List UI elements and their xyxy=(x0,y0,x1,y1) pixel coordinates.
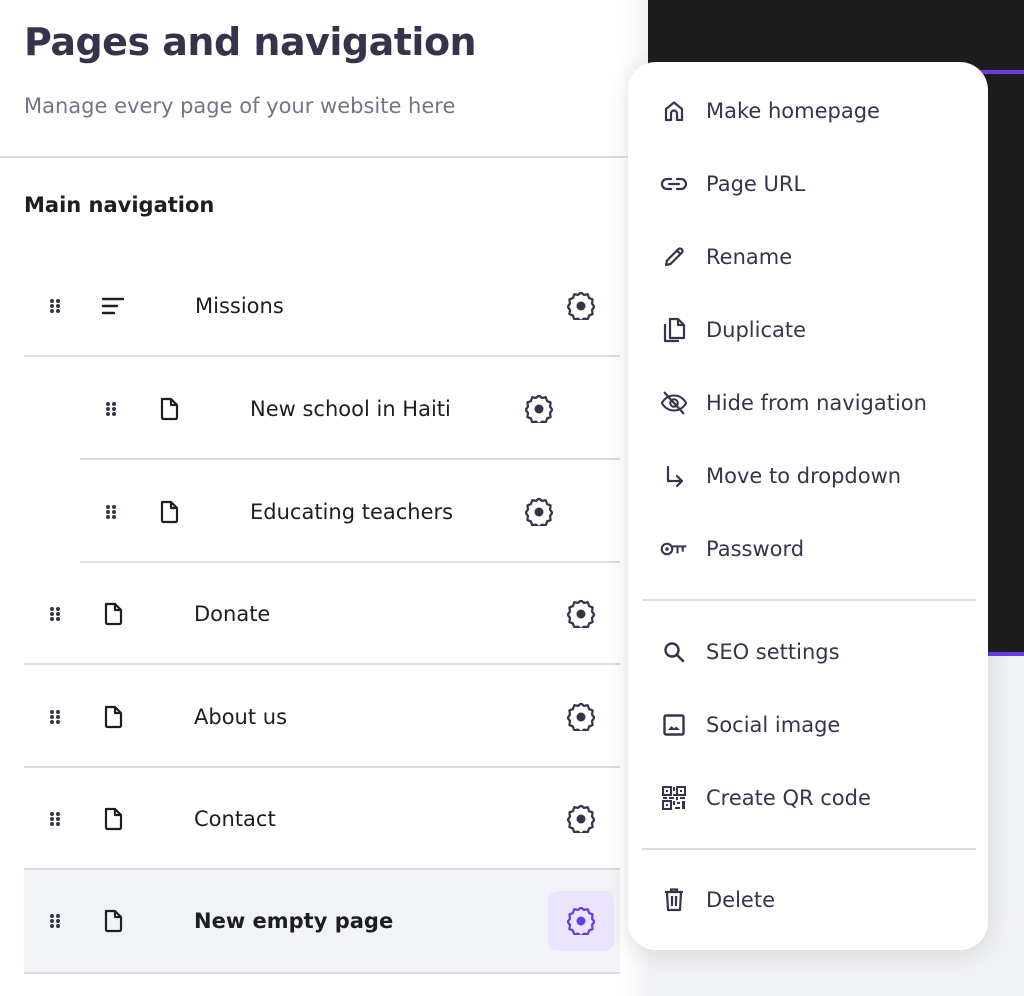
menu-item-label: Password xyxy=(706,537,804,561)
row-divider xyxy=(24,663,620,665)
page-icon xyxy=(100,704,126,730)
nav-row-new-empty-page[interactable]: New empty page xyxy=(24,870,620,972)
menu-item-label: Duplicate xyxy=(706,318,806,342)
home-icon xyxy=(660,97,688,125)
search-icon xyxy=(660,638,688,666)
nav-row-label: Contact xyxy=(194,807,276,831)
page-icon xyxy=(156,499,182,525)
menu-item-move-to-dropdown[interactable]: Move to dropdown xyxy=(628,448,988,504)
page-title: Pages and navigation xyxy=(24,20,476,64)
menu-item-label: Delete xyxy=(706,888,775,912)
list-icon xyxy=(100,293,126,319)
menu-item-label: Move to dropdown xyxy=(706,464,901,488)
trash-icon xyxy=(660,886,688,914)
menu-item-label: SEO settings xyxy=(706,640,840,664)
nav-row-label: New empty page xyxy=(194,909,393,933)
nav-row-label: New school in Haiti xyxy=(250,397,451,421)
gear-icon xyxy=(525,498,553,526)
menu-item-seo-settings[interactable]: SEO settings xyxy=(628,624,988,680)
page-icon xyxy=(100,601,126,627)
menu-divider xyxy=(642,848,976,850)
nav-row-new-school-in-haiti[interactable]: New school in Haiti xyxy=(80,358,620,460)
page-subtitle: Manage every page of your website here xyxy=(24,94,455,118)
nav-row-about-us[interactable]: About us xyxy=(24,666,620,768)
gear-icon xyxy=(567,703,595,731)
menu-item-create-qr-code[interactable]: Create QR code xyxy=(628,770,988,826)
page-settings-button[interactable] xyxy=(548,789,614,849)
pages-panel: Pages and navigation Manage every page o… xyxy=(0,0,648,996)
menu-item-make-homepage[interactable]: Make homepage xyxy=(628,83,988,139)
duplicate-icon xyxy=(660,316,688,344)
page-settings-button[interactable] xyxy=(548,584,614,644)
drag-handle-icon[interactable] xyxy=(48,606,62,622)
menu-item-hide-from-navigation[interactable]: Hide from navigation xyxy=(628,375,988,431)
nav-row-missions[interactable]: Missions xyxy=(24,255,620,357)
drag-handle-icon[interactable] xyxy=(48,709,62,725)
menu-item-delete[interactable]: Delete xyxy=(628,872,988,928)
drag-handle-icon[interactable] xyxy=(104,401,118,417)
drag-handle-icon[interactable] xyxy=(48,811,62,827)
page-icon xyxy=(156,396,182,422)
gear-icon xyxy=(525,395,553,423)
menu-item-page-url[interactable]: Page URL xyxy=(628,156,988,212)
page-settings-button[interactable] xyxy=(506,482,572,542)
menu-item-social-image[interactable]: Social image xyxy=(628,697,988,753)
row-divider xyxy=(24,355,620,357)
drag-handle-icon[interactable] xyxy=(104,504,118,520)
nav-row-label: Educating teachers xyxy=(250,500,453,524)
page-settings-button-active[interactable] xyxy=(548,891,614,951)
menu-item-rename[interactable]: Rename xyxy=(628,229,988,285)
page-icon xyxy=(100,908,126,934)
nav-row-educating-teachers[interactable]: Educating teachers xyxy=(80,461,620,563)
menu-item-label: Rename xyxy=(706,245,792,269)
row-divider xyxy=(24,972,620,974)
menu-item-label: Social image xyxy=(706,713,840,737)
arrow-down-right-icon xyxy=(660,462,688,490)
drag-handle-icon[interactable] xyxy=(48,298,62,314)
nav-row-label: About us xyxy=(194,705,287,729)
menu-item-password[interactable]: Password xyxy=(628,521,988,577)
pencil-icon xyxy=(660,243,688,271)
row-divider xyxy=(80,458,620,460)
qr-code-icon xyxy=(660,784,688,812)
page-context-menu: Make homepage Page URL Rename Duplicate … xyxy=(628,62,988,950)
nav-row-donate[interactable]: Donate xyxy=(24,563,620,665)
menu-item-label: Make homepage xyxy=(706,99,880,123)
menu-item-duplicate[interactable]: Duplicate xyxy=(628,302,988,358)
header-divider xyxy=(0,156,628,158)
nav-row-label: Donate xyxy=(194,602,270,626)
key-icon xyxy=(660,535,688,563)
gear-icon xyxy=(567,805,595,833)
menu-divider xyxy=(642,599,976,601)
nav-row-label: Missions xyxy=(195,294,284,318)
menu-item-label: Hide from navigation xyxy=(706,391,927,415)
page-settings-button[interactable] xyxy=(548,687,614,747)
page-icon xyxy=(100,806,126,832)
gear-icon xyxy=(567,907,595,935)
nav-row-contact[interactable]: Contact xyxy=(24,768,620,870)
menu-item-label: Create QR code xyxy=(706,786,871,810)
drag-handle-icon[interactable] xyxy=(48,913,62,929)
menu-item-label: Page URL xyxy=(706,172,805,196)
page-settings-button[interactable] xyxy=(548,276,614,336)
gear-icon xyxy=(567,600,595,628)
section-title-main-navigation: Main navigation xyxy=(24,193,214,217)
link-icon xyxy=(660,170,688,198)
page-settings-button[interactable] xyxy=(506,379,572,439)
gear-icon xyxy=(567,292,595,320)
eye-off-icon xyxy=(660,389,688,417)
image-icon xyxy=(660,711,688,739)
